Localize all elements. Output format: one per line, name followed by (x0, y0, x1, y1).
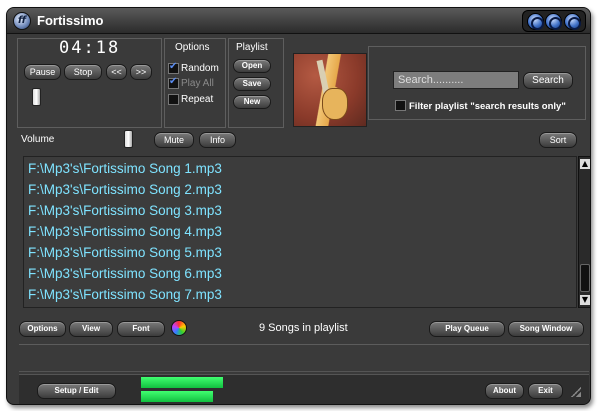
level-meter-right (141, 391, 213, 402)
list-item[interactable]: F:\Mp3's\Fortissimo Song 5.mp3 (28, 245, 222, 260)
list-item[interactable]: F:\Mp3's\Fortissimo Song 1.mp3 (28, 161, 222, 176)
mute-button[interactable]: Mute (154, 132, 194, 148)
repeat-label: Repeat (181, 94, 214, 105)
view-button[interactable]: View (69, 321, 113, 337)
options-button[interactable]: Options (19, 321, 66, 337)
play-all-checkbox[interactable] (168, 76, 179, 89)
level-meter-left (141, 377, 223, 388)
resize-grip-icon[interactable] (571, 387, 581, 397)
repeat-checkbox[interactable] (168, 94, 179, 105)
random-label: Random (181, 63, 219, 74)
list-item[interactable]: F:\Mp3's\Fortissimo Song 7.mp3 (28, 287, 222, 302)
about-button[interactable]: About (485, 383, 524, 399)
color-picker-icon[interactable] (171, 320, 187, 336)
status-strip (19, 344, 589, 372)
scrollbar-thumb[interactable] (580, 264, 590, 292)
options-header: Options (175, 42, 210, 53)
filter-search-label: Filter playlist "search results only" (409, 101, 566, 112)
playlist-list[interactable]: F:\Mp3's\Fortissimo Song 1.mp3 F:\Mp3's\… (23, 156, 577, 308)
close-icon[interactable] (564, 12, 582, 30)
random-checkbox[interactable] (168, 61, 179, 74)
playlist-count-status: 9 Songs in playlist (259, 322, 348, 334)
font-button[interactable]: Font (117, 321, 165, 337)
play-all-label: Play All (181, 78, 214, 89)
window-controls (522, 10, 586, 32)
window-title: Fortissimo (37, 13, 104, 28)
song-window-button[interactable]: Song Window (508, 321, 584, 337)
search-input[interactable]: Search.......... (393, 71, 519, 89)
list-item[interactable]: F:\Mp3's\Fortissimo Song 4.mp3 (28, 224, 222, 239)
app-logo-icon: ff (13, 12, 31, 30)
setup-edit-button[interactable]: Setup / Edit (37, 383, 116, 399)
new-playlist-button[interactable]: New (233, 95, 271, 109)
playlist-header: Playlist (236, 42, 268, 53)
sort-button[interactable]: Sort (539, 132, 577, 148)
next-button[interactable]: >> (130, 64, 152, 80)
pause-button[interactable]: Pause (24, 64, 61, 80)
list-item[interactable]: F:\Mp3's\Fortissimo Song 6.mp3 (28, 266, 222, 281)
previous-button[interactable]: << (106, 64, 127, 80)
search-button[interactable]: Search (523, 72, 573, 89)
filter-search-checkbox[interactable] (395, 100, 406, 111)
elapsed-time: 04:18 (59, 38, 121, 58)
album-art-image (293, 53, 367, 127)
volume-label: Volume (21, 134, 55, 145)
playlist-scrollbar[interactable]: ▲ ▼ (578, 156, 590, 308)
guitar-body-shape (322, 88, 348, 120)
maximize-icon[interactable] (545, 12, 563, 30)
exit-button[interactable]: Exit (528, 383, 563, 399)
scroll-down-icon[interactable]: ▼ (580, 295, 590, 305)
stop-button[interactable]: Stop (64, 64, 102, 80)
player-window: ff Fortissimo 04:18 Pause Stop << >> Opt… (6, 7, 591, 405)
volume-slider-thumb[interactable] (124, 130, 133, 148)
list-item[interactable]: F:\Mp3's\Fortissimo Song 3.mp3 (28, 203, 222, 218)
info-button[interactable]: Info (199, 132, 236, 148)
list-item[interactable]: F:\Mp3's\Fortissimo Song 2.mp3 (28, 182, 222, 197)
play-queue-button[interactable]: Play Queue (429, 321, 505, 337)
minimize-icon[interactable] (526, 12, 544, 30)
scroll-up-icon[interactable]: ▲ (580, 159, 590, 169)
open-playlist-button[interactable]: Open (233, 59, 271, 73)
title-bar[interactable]: ff Fortissimo (7, 8, 590, 34)
position-slider-thumb[interactable] (32, 88, 41, 106)
save-playlist-button[interactable]: Save (233, 77, 271, 91)
